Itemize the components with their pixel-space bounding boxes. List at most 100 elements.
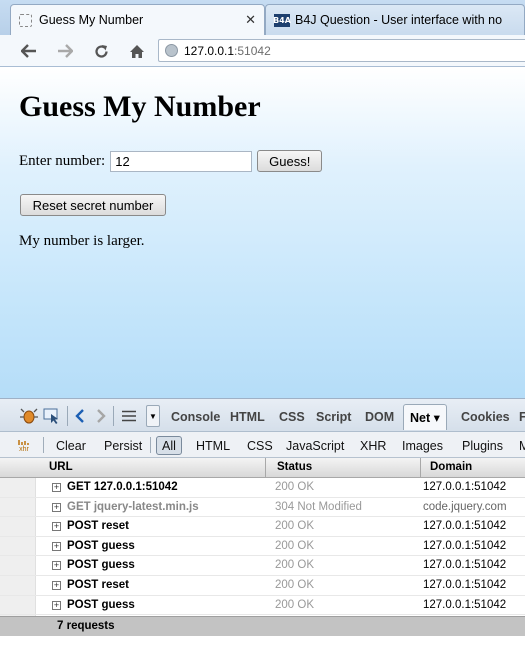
toolbar-separator <box>43 437 44 453</box>
request-status: 200 OK <box>275 559 314 572</box>
request-domain: 127.0.0.1:51042 <box>423 539 507 552</box>
tab-title: Guess My Number <box>39 13 144 27</box>
b4a-site-icon: B4A <box>273 13 291 27</box>
reload-icon[interactable] <box>90 40 112 62</box>
request-status: 304 Not Modified <box>275 500 362 513</box>
page-title: Guess My Number <box>19 90 261 123</box>
persist-button[interactable]: Persist <box>104 436 142 455</box>
request-domain: 127.0.0.1:51042 <box>423 598 507 611</box>
tab-console[interactable]: Console <box>171 404 220 430</box>
navigation-bar: 127.0.0.1:51042 <box>0 35 525 67</box>
request-url: POST guess <box>67 539 135 552</box>
table-row[interactable]: + POST guess 200 OK 127.0.0.1:51042 <box>0 596 525 616</box>
request-url: POST guess <box>67 559 135 572</box>
request-status: 200 OK <box>275 598 314 611</box>
panel-back-icon[interactable] <box>74 407 86 425</box>
requests-list: + GET 127.0.0.1:51042 200 OK 127.0.0.1:5… <box>0 478 525 616</box>
requests-summary: 7 requests <box>0 616 525 636</box>
request-domain: code.jquery.com <box>423 500 507 513</box>
inspect-element-icon[interactable] <box>43 407 61 425</box>
url-port: :51042 <box>234 43 271 58</box>
request-count: 7 requests <box>57 620 115 632</box>
tab-dom[interactable]: DOM <box>365 404 394 430</box>
table-row[interactable]: + POST reset 200 OK 127.0.0.1:51042 <box>0 517 525 537</box>
request-domain: 127.0.0.1:51042 <box>423 579 507 591</box>
filter-all[interactable]: All <box>156 436 182 455</box>
expand-icon[interactable]: + <box>52 502 61 512</box>
result-message: My number is larger. <box>19 233 145 249</box>
close-tab-icon[interactable]: ✕ <box>245 12 256 28</box>
page-content: Guess My Number Enter number: Guess! Res… <box>0 68 525 398</box>
expand-icon[interactable]: + <box>52 561 61 571</box>
url-host: 127.0.0.1 <box>184 43 235 58</box>
filter-css[interactable]: CSS <box>247 436 273 455</box>
expand-icon[interactable]: + <box>52 581 61 590</box>
tab-strip: Guess My Number ✕ B4A B4J Question - Use… <box>0 0 525 38</box>
tab-b4j-question[interactable]: B4A B4J Question - User interface with n… <box>265 4 525 35</box>
firebug-bug-icon[interactable] <box>20 407 38 425</box>
tab-script[interactable]: Script <box>316 404 351 430</box>
chevron-down-icon[interactable]: ▼ <box>146 405 160 427</box>
tab-cookies[interactable]: Cookies <box>461 404 510 430</box>
net-toolbar: xhr Clear Persist All HTML CSS JavaScrip… <box>0 432 525 458</box>
table-row[interactable]: + GET jquery-latest.min.js 304 Not Modif… <box>0 498 525 518</box>
guess-button[interactable]: Guess! <box>257 150 323 172</box>
firebug-toolbar: ▼ Console HTML CSS Script DOM Net ▾ Cook… <box>0 398 525 432</box>
reset-secret-number-button[interactable]: Reset secret number <box>20 194 166 216</box>
tab-overflow[interactable]: F <box>519 404 525 430</box>
globe-icon <box>165 44 178 57</box>
clear-button[interactable]: Clear <box>56 436 86 455</box>
column-url[interactable]: URL <box>49 461 73 473</box>
request-domain: 127.0.0.1:51042 <box>423 520 507 533</box>
column-divider <box>420 458 421 478</box>
xhr-breakpoint-icon[interactable]: xhr <box>18 436 30 455</box>
request-domain: 127.0.0.1:51042 <box>423 481 507 493</box>
expand-icon[interactable]: + <box>52 541 61 551</box>
filter-javascript[interactable]: JavaScript <box>286 436 344 455</box>
request-status: 200 OK <box>275 520 314 533</box>
forward-icon[interactable] <box>54 40 76 62</box>
toolbar-separator <box>113 406 114 426</box>
request-url: GET jquery-latest.min.js <box>67 500 199 513</box>
guess-form: Enter number: Guess! <box>19 150 323 172</box>
table-row[interactable]: + GET 127.0.0.1:51042 200 OK 127.0.0.1:5… <box>0 478 525 498</box>
home-icon[interactable] <box>126 40 148 62</box>
requests-header: URL Status Domain <box>0 458 525 478</box>
request-status: 200 OK <box>275 539 314 552</box>
table-row[interactable]: + POST guess 200 OK 127.0.0.1:51042 <box>0 556 525 576</box>
column-divider <box>265 458 266 478</box>
request-status: 200 OK <box>275 481 314 493</box>
address-bar[interactable]: 127.0.0.1:51042 <box>158 39 525 62</box>
expand-icon[interactable]: + <box>52 522 61 532</box>
back-icon[interactable] <box>18 40 40 62</box>
filter-images[interactable]: Images <box>402 436 443 455</box>
tab-css[interactable]: CSS <box>279 404 305 430</box>
tab-html[interactable]: HTML <box>230 404 265 430</box>
expand-icon[interactable]: + <box>52 600 61 610</box>
tab-net[interactable]: Net ▾ <box>403 404 447 430</box>
panel-forward-icon[interactable] <box>95 407 107 425</box>
tab-guess-my-number[interactable]: Guess My Number ✕ <box>10 4 265 35</box>
blank-page-icon <box>19 13 32 27</box>
filter-html[interactable]: HTML <box>196 436 230 455</box>
xhr-icon-label: xhr <box>19 445 29 453</box>
filter-xhr[interactable]: XHR <box>360 436 386 455</box>
menu-list-icon[interactable] <box>120 407 138 425</box>
number-label: Enter number: <box>19 152 106 169</box>
request-status: 200 OK <box>275 579 314 591</box>
filter-plugins[interactable]: Plugins <box>462 436 503 455</box>
column-status[interactable]: Status <box>277 461 312 473</box>
request-url: GET 127.0.0.1:51042 <box>67 481 178 493</box>
request-domain: 127.0.0.1:51042 <box>423 559 507 572</box>
table-row[interactable]: + POST guess 200 OK 127.0.0.1:51042 <box>0 537 525 557</box>
filter-overflow[interactable]: M <box>519 436 525 455</box>
request-url: POST reset <box>67 520 129 533</box>
request-url: POST reset <box>67 579 129 591</box>
number-input[interactable] <box>110 150 253 172</box>
panel-empty-area <box>0 636 525 663</box>
toolbar-separator <box>150 437 151 453</box>
table-row[interactable]: + POST reset 200 OK 127.0.0.1:51042 <box>0 576 525 596</box>
expand-icon[interactable]: + <box>52 483 61 492</box>
column-domain[interactable]: Domain <box>430 461 472 473</box>
toolbar-separator <box>67 406 68 426</box>
